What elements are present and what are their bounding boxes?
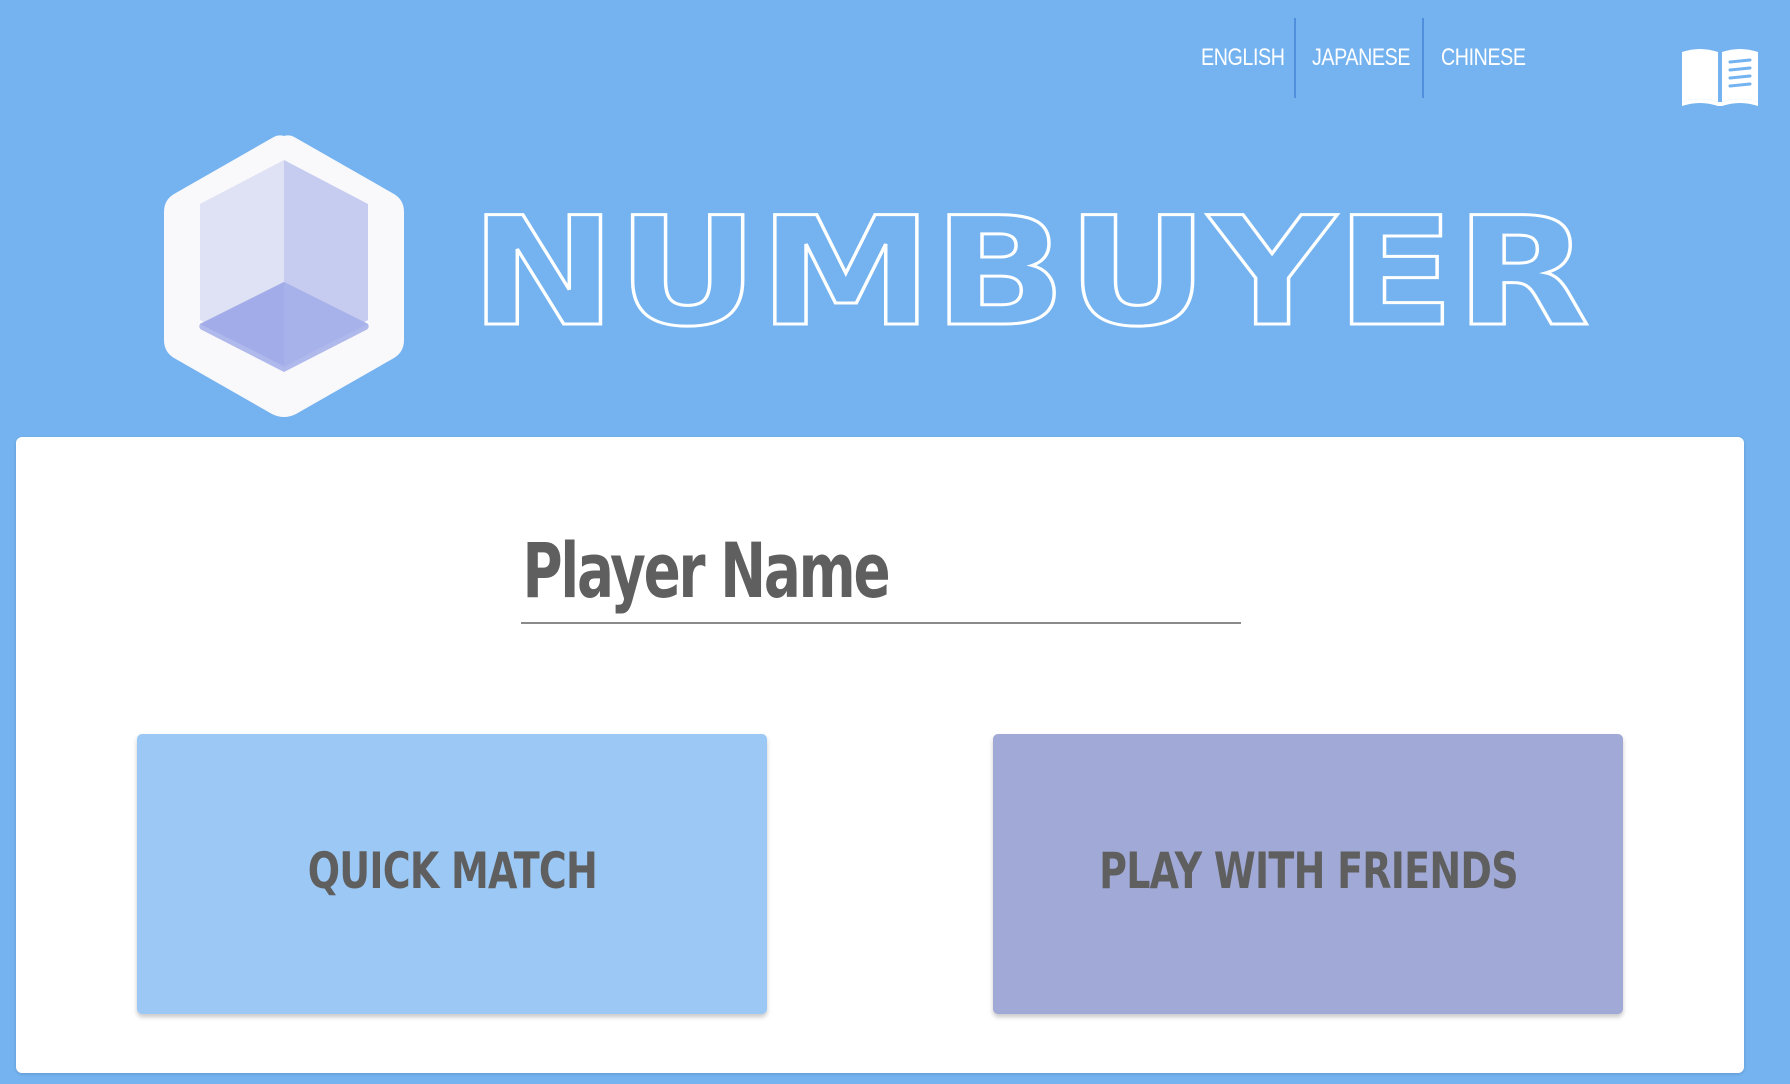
player-name-input[interactable] [521,522,1238,618]
lang-divider [1422,18,1424,98]
lang-japanese-link[interactable]: JAPANESE [1312,18,1410,98]
lang-divider [1294,18,1296,98]
hexagon-cube-icon [158,132,410,420]
wordmark-text: NUMBUYER [470,206,1590,336]
open-book-icon[interactable] [1680,44,1760,108]
quick-match-button[interactable]: QUICK MATCH [137,734,767,1014]
player-name-field [521,522,1241,624]
lang-english-link[interactable]: ENGLISH [1201,18,1285,98]
numbuyer-wordmark: NUMBUYER [470,206,1592,336]
main-card: QUICK MATCH PLAY WITH FRIENDS [16,437,1744,1073]
play-with-friends-label: PLAY WITH FRIENDS [1098,842,1518,900]
quick-match-label: QUICK MATCH [307,842,597,900]
lang-chinese-link[interactable]: CHINESE [1441,18,1526,98]
play-with-friends-button[interactable]: PLAY WITH FRIENDS [993,734,1623,1014]
